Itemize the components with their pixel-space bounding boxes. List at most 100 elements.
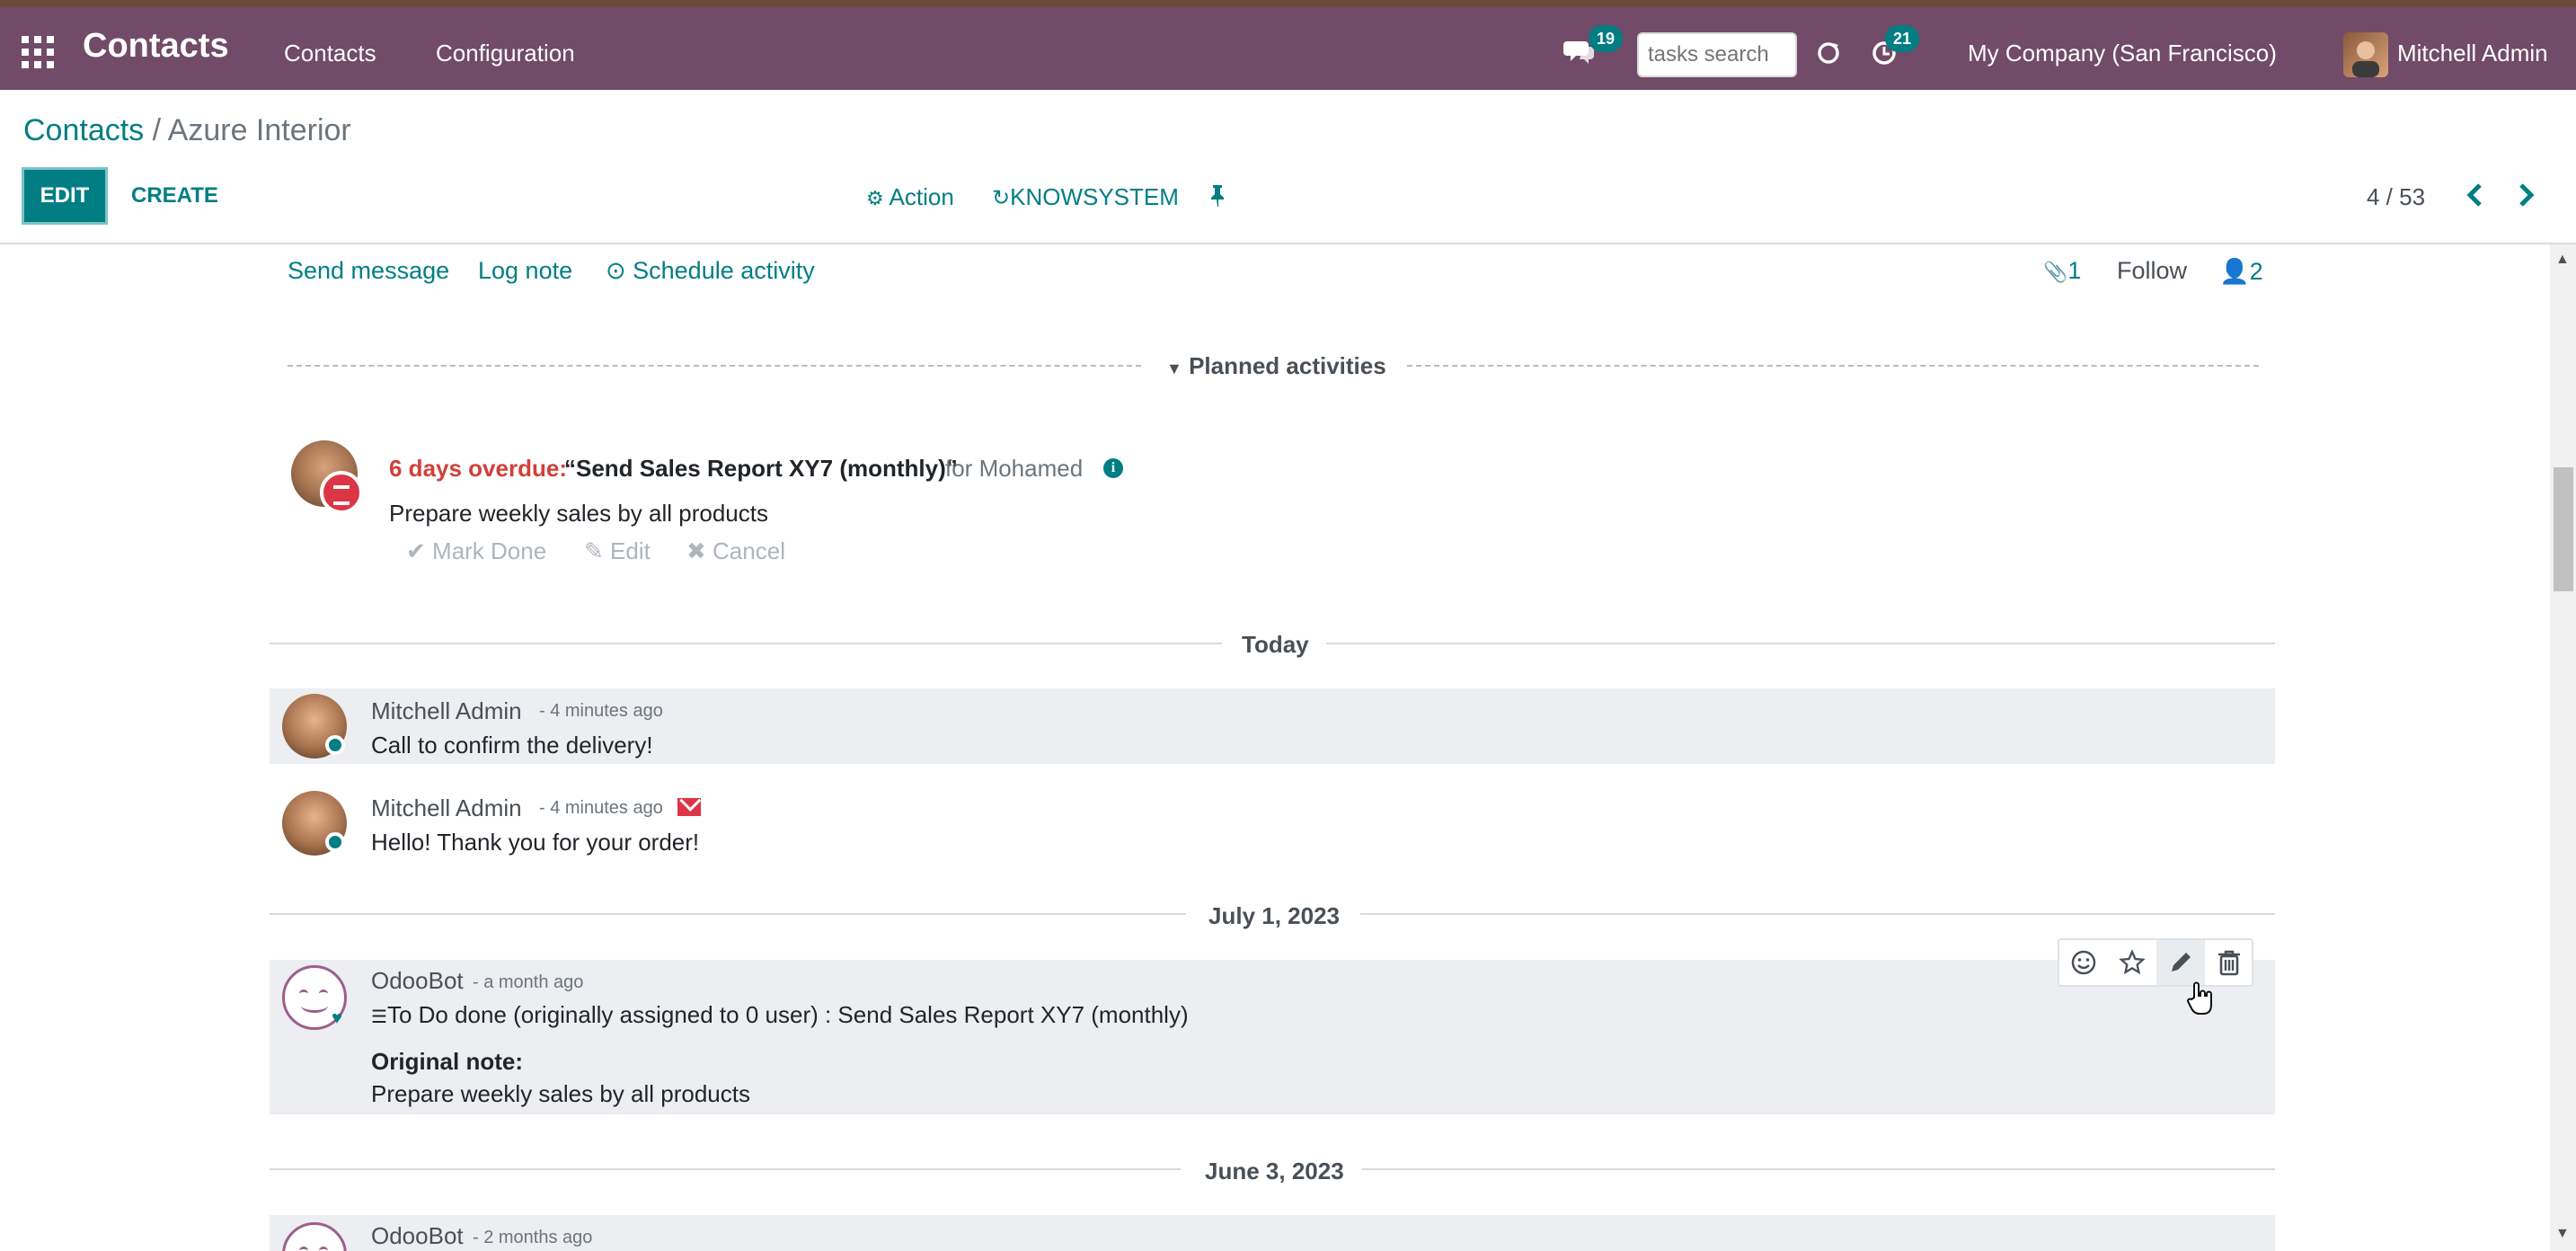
activity-assignee: for Mohamed bbox=[945, 455, 1084, 482]
action-menu[interactable]: ⚙ Action bbox=[866, 183, 954, 211]
mark-done-button[interactable]: ✔ Mark Done bbox=[406, 537, 546, 565]
pager-prev-icon[interactable] bbox=[2464, 182, 2491, 208]
check-icon: ✔ bbox=[406, 537, 426, 564]
july-divider-left bbox=[270, 913, 1186, 915]
edit-activity-label: Edit bbox=[610, 537, 651, 564]
message-actions bbox=[2058, 938, 2253, 987]
today-divider-right bbox=[1326, 643, 2275, 644]
menu-contacts[interactable]: Contacts bbox=[284, 40, 376, 67]
message-date: - 4 minutes ago bbox=[539, 701, 663, 721]
clock-icon: ⊙ bbox=[606, 257, 626, 284]
overdue-label: 6 days overdue: bbox=[389, 455, 567, 482]
message-item: Mitchell Admin - 4 minutes ago Hello! Th… bbox=[270, 785, 2275, 861]
app-brand[interactable]: Contacts bbox=[83, 27, 229, 66]
mark-done-label: Mark Done bbox=[432, 537, 547, 564]
action-label: Action bbox=[889, 183, 954, 210]
july-divider-right bbox=[1360, 913, 2275, 915]
knowsystem-button[interactable]: ↻KNOWSYSTEM bbox=[992, 183, 1179, 211]
pin-icon[interactable] bbox=[1208, 183, 1227, 213]
user-avatar[interactable] bbox=[2343, 32, 2388, 77]
chat-count-badge: 19 bbox=[1589, 25, 1623, 52]
control-panel-divider bbox=[0, 243, 2576, 244]
pager-next-icon[interactable] bbox=[2514, 182, 2541, 208]
send-message-button[interactable]: Send message bbox=[288, 257, 449, 285]
original-note-label: Original note: bbox=[371, 1048, 523, 1075]
message-author[interactable]: OdooBot bbox=[371, 967, 464, 995]
date-separator-june: June 3, 2023 bbox=[1205, 1158, 1344, 1184]
scrollbar-track[interactable] bbox=[2550, 244, 2576, 1251]
cancel-activity-label: Cancel bbox=[713, 537, 785, 564]
message-body: ☰To Do done (originally assigned to 0 us… bbox=[371, 1001, 1189, 1029]
date-separator-july: July 1, 2023 bbox=[1208, 902, 1340, 929]
followers-button[interactable]: 👤2 bbox=[2219, 257, 2263, 286]
planned-activities-toggle[interactable]: ▼ Planned activities bbox=[1166, 352, 1386, 380]
info-icon[interactable]: i bbox=[1103, 458, 1123, 478]
online-status-icon bbox=[325, 735, 345, 755]
refresh-icon[interactable] bbox=[1815, 40, 1842, 67]
date-separator-today: Today bbox=[1242, 631, 1309, 658]
planned-divider-right bbox=[1407, 365, 2259, 367]
company-switcher[interactable]: My Company (San Francisco) bbox=[1968, 40, 2277, 67]
breadcrumb-separator: / bbox=[152, 113, 162, 147]
attachments-button[interactable]: 📎1 bbox=[2043, 257, 2081, 285]
follow-button[interactable]: Follow bbox=[2117, 257, 2187, 285]
planned-activities-title: Planned activities bbox=[1189, 352, 1386, 379]
pencil-icon: ✎ bbox=[584, 537, 604, 564]
trash-icon[interactable] bbox=[2205, 940, 2253, 985]
mouse-cursor-icon bbox=[2185, 981, 2216, 1025]
today-divider-left bbox=[270, 643, 1222, 644]
heart-icon: ♥ bbox=[332, 1008, 342, 1028]
pencil-icon[interactable] bbox=[2156, 940, 2205, 985]
smile-icon[interactable] bbox=[2059, 940, 2108, 985]
message-author[interactable]: OdooBot bbox=[371, 1222, 464, 1250]
envelope-icon bbox=[677, 798, 701, 816]
message-body-text: To Do done (originally assigned to 0 use… bbox=[386, 1001, 1189, 1028]
activity-note: Prepare weekly sales by all products bbox=[389, 500, 768, 527]
message-date: - a month ago bbox=[473, 972, 584, 992]
schedule-activity-button[interactable]: ⊙ Schedule activity bbox=[606, 257, 815, 285]
edit-button[interactable]: EDIT bbox=[22, 167, 108, 225]
breadcrumb-current: Azure Interior bbox=[167, 113, 351, 147]
followers-count: 2 bbox=[2249, 258, 2263, 285]
message-body: Hello! Thank you for your order! bbox=[371, 829, 700, 856]
menu-configuration[interactable]: Configuration bbox=[436, 40, 575, 67]
activity-summary: “Send Sales Report XY7 (monthly)” bbox=[564, 455, 958, 482]
june-divider-left bbox=[270, 1168, 1181, 1170]
activity-count-badge: 21 bbox=[1885, 25, 1919, 52]
log-note-button[interactable]: Log note bbox=[478, 257, 572, 285]
online-status-icon bbox=[325, 832, 345, 852]
create-button[interactable]: CREATE bbox=[131, 183, 218, 208]
message-author[interactable]: Mitchell Admin bbox=[371, 794, 522, 822]
caret-down-icon: ▼ bbox=[1166, 359, 1182, 377]
message-item: Mitchell Admin - 4 minutes ago Call to c… bbox=[270, 688, 2275, 764]
activity-type-icon: ☰ bbox=[371, 1007, 387, 1027]
user-menu[interactable]: Mitchell Admin bbox=[2397, 40, 2548, 67]
star-icon[interactable] bbox=[2108, 940, 2156, 985]
browser-top-strip bbox=[0, 0, 2576, 7]
odoobot-avatar[interactable] bbox=[282, 1222, 347, 1251]
gear-icon: ⚙ bbox=[866, 187, 884, 209]
message-author[interactable]: Mitchell Admin bbox=[371, 697, 522, 725]
knowsystem-label: KNOWSYSTEM bbox=[1010, 183, 1179, 210]
paperclip-icon: 📎 bbox=[2043, 261, 2068, 283]
original-note-text: Prepare weekly sales by all products bbox=[371, 1080, 750, 1107]
scroll-down-icon[interactable]: ▼ bbox=[2555, 1226, 2570, 1242]
cancel-activity-button[interactable]: ✖ Cancel bbox=[686, 537, 785, 565]
message-item: ♥ OdooBot - a month ago ☰To Do done (ori… bbox=[270, 960, 2275, 1114]
edit-activity-button[interactable]: ✎ Edit bbox=[584, 537, 651, 565]
scrollbar-thumb[interactable] bbox=[2554, 467, 2573, 591]
pager-value[interactable]: 4 / 53 bbox=[2367, 183, 2425, 211]
scroll-up-icon[interactable]: ▲ bbox=[2555, 252, 2570, 268]
breadcrumb-contacts[interactable]: Contacts bbox=[23, 113, 144, 147]
attachments-count: 1 bbox=[2067, 257, 2082, 284]
june-divider-right bbox=[1362, 1168, 2275, 1170]
main-navbar: Contacts Contacts Configuration 19 21 My… bbox=[0, 7, 2576, 90]
user-icon: 👤 bbox=[2219, 258, 2250, 285]
breadcrumb: Contacts / Azure Interior bbox=[23, 113, 351, 148]
activity-type-icon bbox=[320, 471, 363, 514]
apps-grid-icon[interactable] bbox=[22, 36, 54, 68]
message-date: - 2 months ago bbox=[473, 1228, 593, 1247]
close-icon: ✖ bbox=[686, 537, 706, 564]
schedule-activity-label: Schedule activity bbox=[633, 257, 815, 284]
tasks-search-input[interactable] bbox=[1637, 32, 1797, 77]
